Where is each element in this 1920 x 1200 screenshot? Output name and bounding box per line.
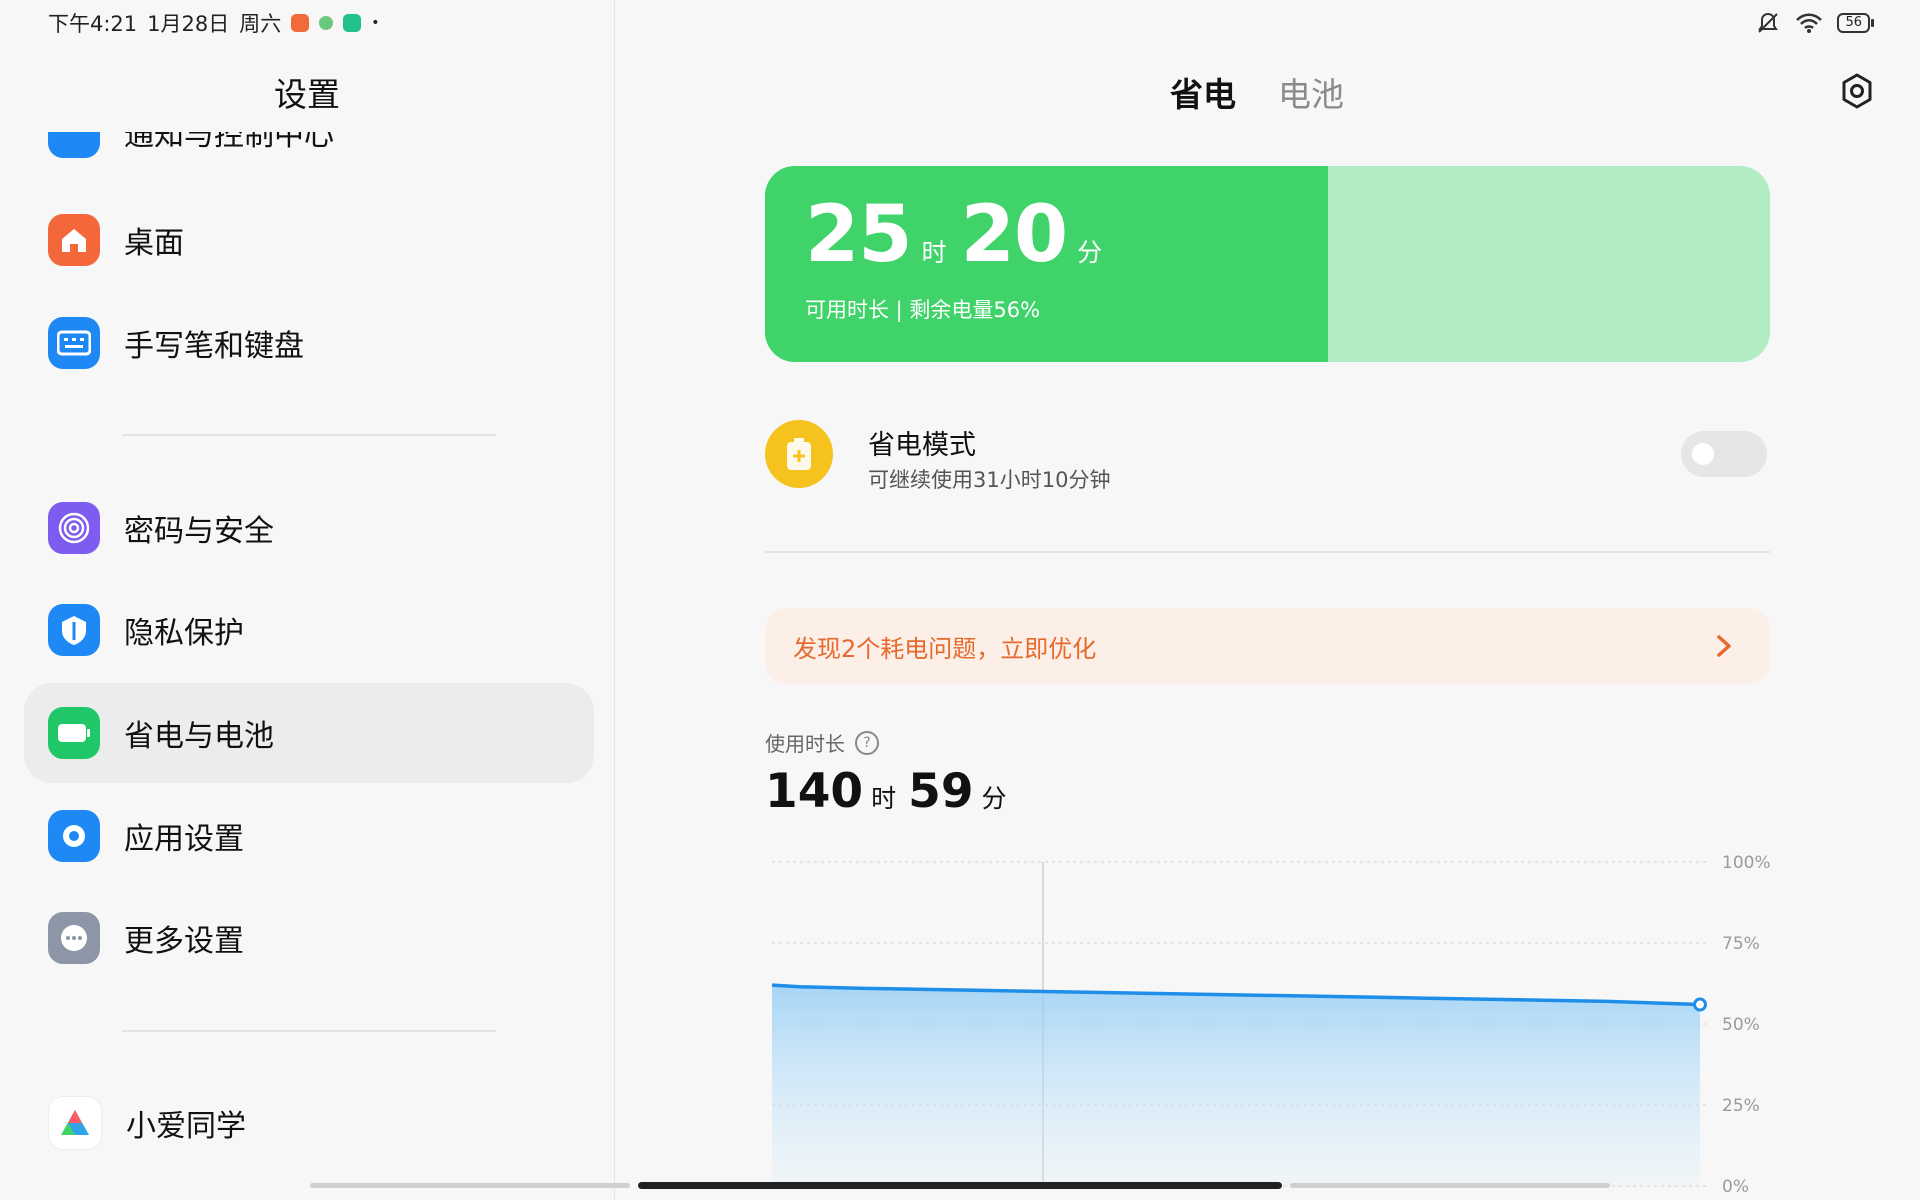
status-date: 1月28日: [147, 12, 230, 36]
usage-label-text: 使用时长: [765, 732, 845, 756]
section-divider: [765, 551, 1770, 553]
home-icon: [48, 214, 100, 266]
chevron-right-icon: [1717, 635, 1731, 657]
sidebar-item-more-settings[interactable]: 更多设置: [24, 888, 594, 988]
y-tick-label: 75%: [1722, 934, 1760, 954]
xiaoai-icon: [48, 1096, 102, 1150]
power-saving-subtitle: 可继续使用31小时10分钟: [868, 468, 1111, 492]
help-icon[interactable]: ?: [855, 730, 879, 755]
remaining-hours: 25: [805, 190, 913, 280]
tab-power-saving[interactable]: 省电: [1170, 68, 1236, 116]
sidebar-divider: [122, 434, 496, 436]
keyboard-icon: [48, 317, 100, 369]
remaining-minutes: 20: [960, 190, 1069, 280]
more-icon: [48, 912, 100, 964]
sidebar-item-label: 省电与电池: [124, 719, 274, 754]
remaining-time: 25 时 20 分: [805, 190, 1116, 280]
sidebar-item-password-security[interactable]: 密码与安全: [24, 478, 594, 578]
green-status-icon: [319, 16, 334, 30]
usage-minutes: 59: [908, 764, 974, 819]
y-tick-label: 50%: [1722, 1015, 1760, 1035]
tab-bar: 省电 电池: [1170, 68, 1344, 116]
tab-battery[interactable]: 电池: [1278, 68, 1344, 116]
gear-icon: [48, 810, 100, 862]
battery-level-chart: 100% 75% 50% 25% 0%: [771, 853, 1770, 1197]
settings-gear-icon[interactable]: [1838, 72, 1876, 110]
sidebar-item-battery[interactable]: 省电与电池: [24, 683, 594, 783]
y-tick-label: 0%: [1722, 1177, 1749, 1197]
usage-minutes-unit: 分: [981, 784, 1007, 813]
sidebar-item-xiaoai[interactable]: 小爱同学: [24, 1073, 594, 1173]
privacy-shield-icon: [48, 604, 100, 656]
status-bar-left: 下午4:21 1月28日 周六 •: [48, 8, 380, 38]
usage-label: 使用时长 ?: [765, 728, 879, 757]
sidebar-item-privacy[interactable]: 隐私保护: [24, 580, 594, 680]
settings-sidebar: 下午4:21 1月28日 周六 • 设置 通知与控制中心 桌面 手写笔和键盘 密…: [0, 0, 615, 1200]
power-saving-toggle[interactable]: [1681, 431, 1767, 477]
home-indicator[interactable]: [638, 1182, 1282, 1189]
status-weekday: 周六: [239, 12, 282, 36]
home-indicator-left: [310, 1183, 630, 1188]
wifi-icon: [1796, 13, 1823, 33]
status-bar-right: 56: [1755, 8, 1874, 38]
current-level-marker: [1693, 997, 1707, 1012]
sidebar-item-label: 密码与安全: [124, 514, 274, 549]
alert-text: 发现2个耗电问题，立即优化: [793, 634, 1097, 663]
sidebar-item-label: 更多设置: [124, 924, 244, 959]
battery-area: [772, 985, 1700, 1186]
y-tick-label: 25%: [1722, 1096, 1760, 1116]
optimize-alert-banner[interactable]: 发现2个耗电问题，立即优化: [765, 608, 1770, 684]
power-saving-icon: [765, 420, 833, 488]
sidebar-item-label: 手写笔和键盘: [124, 329, 304, 364]
battery-level-indicator: 56: [1837, 13, 1874, 33]
sidebar-item-app-settings[interactable]: 应用设置: [24, 786, 594, 886]
battery-remaining-card: 25 时 20 分 可用时长 | 剩余电量56%: [765, 166, 1770, 362]
mute-vibrate-icon: [1758, 12, 1779, 33]
sidebar-item-label: 通知与控制中心: [124, 118, 334, 153]
home-indicator-right: [1290, 1183, 1610, 1188]
usage-hours: 140: [765, 764, 864, 819]
app-notification-icon: [291, 14, 310, 32]
more-notifications-icon: •: [371, 15, 380, 31]
toggle-knob: [1692, 443, 1714, 465]
usage-hours-unit: 时: [871, 784, 897, 813]
sidebar-divider: [122, 1030, 496, 1032]
remaining-subtitle: 可用时长 | 剩余电量56%: [805, 298, 1041, 322]
status-time: 下午4:21: [48, 12, 138, 36]
power-saving-title: 省电模式: [868, 430, 976, 461]
usage-total: 140 时 59 分: [765, 764, 1019, 819]
sidebar-item-stylus-keyboard[interactable]: 手写笔和键盘: [24, 293, 594, 393]
fingerprint-icon: [48, 502, 100, 554]
sidebar-item-label: 小爱同学: [126, 1109, 246, 1144]
sidebar-item-label: 桌面: [124, 226, 184, 261]
battery-icon: [48, 707, 100, 759]
y-tick-label: 100%: [1722, 853, 1770, 873]
sidebar-item-label: 隐私保护: [124, 616, 244, 651]
minutes-unit: 分: [1077, 238, 1103, 267]
page-title: 设置: [274, 75, 340, 114]
security-notification-icon: [343, 14, 362, 32]
sidebar-item-desktop[interactable]: 桌面: [24, 190, 594, 290]
sidebar-item-label: 应用设置: [124, 822, 244, 857]
hours-unit: 时: [921, 238, 947, 267]
